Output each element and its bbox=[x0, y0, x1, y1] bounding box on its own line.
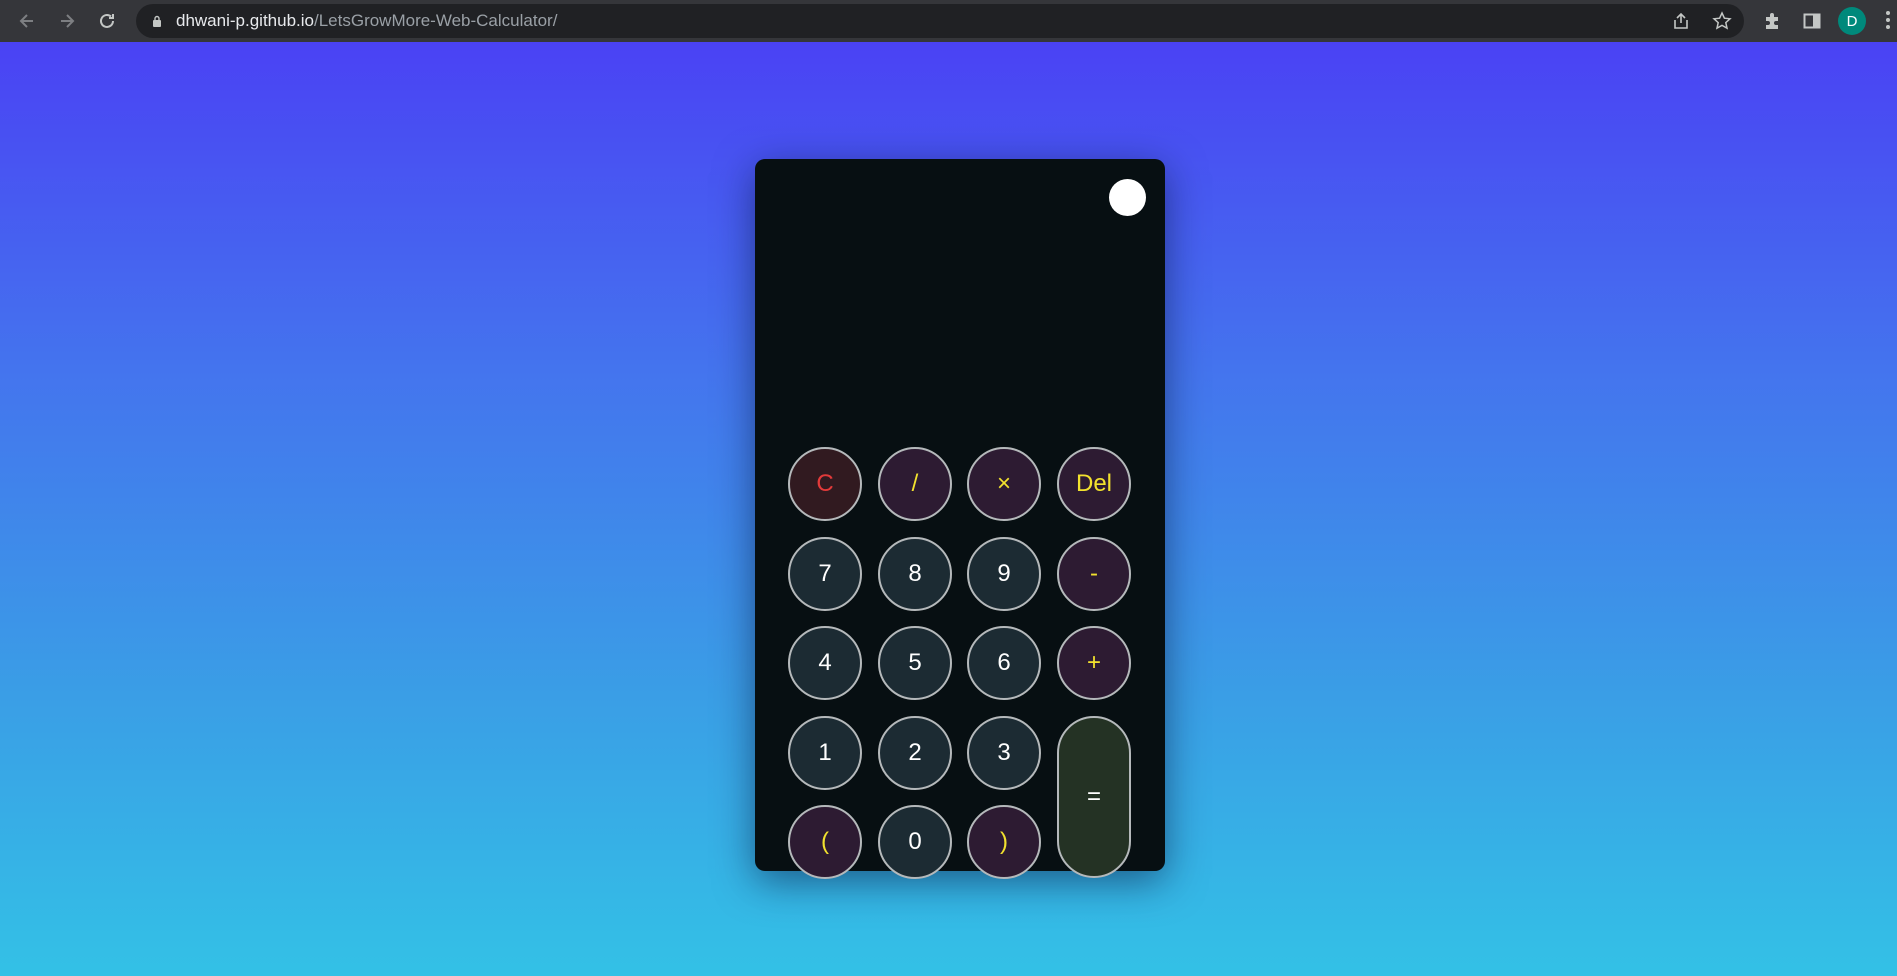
url-text[interactable]: dhwani-p.github.io/LetsGrowMore-Web-Calc… bbox=[176, 12, 557, 30]
url-host: dhwani-p.github.io bbox=[176, 11, 314, 30]
close-paren-button[interactable]: ) bbox=[967, 805, 1041, 879]
divide-button[interactable]: / bbox=[878, 447, 952, 521]
digit-3-button[interactable]: 3 bbox=[967, 716, 1041, 790]
profile-avatar[interactable]: D bbox=[1838, 7, 1866, 35]
share-icon[interactable] bbox=[1670, 10, 1692, 32]
digit-6-button[interactable]: 6 bbox=[967, 626, 1041, 700]
star-icon[interactable] bbox=[1711, 10, 1733, 32]
calculator: C / × Del 7 8 9 - 4 5 6 + 1 2 3 = ( 0 ) bbox=[755, 159, 1165, 879]
minus-button[interactable]: - bbox=[1057, 537, 1131, 611]
delete-button[interactable]: Del bbox=[1057, 447, 1131, 521]
page-background: C / × Del 7 8 9 - 4 5 6 + 1 2 3 = ( 0 ) bbox=[0, 42, 1897, 976]
address-bar[interactable]: dhwani-p.github.io/LetsGrowMore-Web-Calc… bbox=[136, 4, 1744, 38]
digit-1-button[interactable]: 1 bbox=[788, 716, 862, 790]
back-icon[interactable] bbox=[14, 8, 40, 34]
multiply-button[interactable]: × bbox=[967, 447, 1041, 521]
calculator-display bbox=[785, 229, 1135, 379]
digit-5-button[interactable]: 5 bbox=[878, 626, 952, 700]
digit-0-button[interactable]: 0 bbox=[878, 805, 952, 879]
forward-icon[interactable] bbox=[54, 8, 80, 34]
browser-toolbar: dhwani-p.github.io/LetsGrowMore-Web-Calc… bbox=[0, 0, 1897, 42]
side-panel-icon[interactable] bbox=[1800, 9, 1824, 33]
menu-icon[interactable] bbox=[1886, 11, 1892, 31]
digit-8-button[interactable]: 8 bbox=[878, 537, 952, 611]
plus-button[interactable]: + bbox=[1057, 626, 1131, 700]
equals-button[interactable]: = bbox=[1057, 716, 1131, 878]
url-path: /LetsGrowMore-Web-Calculator/ bbox=[313, 11, 558, 30]
digit-2-button[interactable]: 2 bbox=[878, 716, 952, 790]
digit-4-button[interactable]: 4 bbox=[788, 626, 862, 700]
digit-7-button[interactable]: 7 bbox=[788, 537, 862, 611]
theme-toggle-button[interactable] bbox=[1109, 179, 1146, 216]
digit-9-button[interactable]: 9 bbox=[967, 537, 1041, 611]
extensions-icon[interactable] bbox=[1760, 9, 1784, 33]
open-paren-button[interactable]: ( bbox=[788, 805, 862, 879]
reload-icon[interactable] bbox=[94, 8, 120, 34]
lock-icon[interactable] bbox=[152, 15, 162, 27]
clear-button[interactable]: C bbox=[788, 447, 862, 521]
